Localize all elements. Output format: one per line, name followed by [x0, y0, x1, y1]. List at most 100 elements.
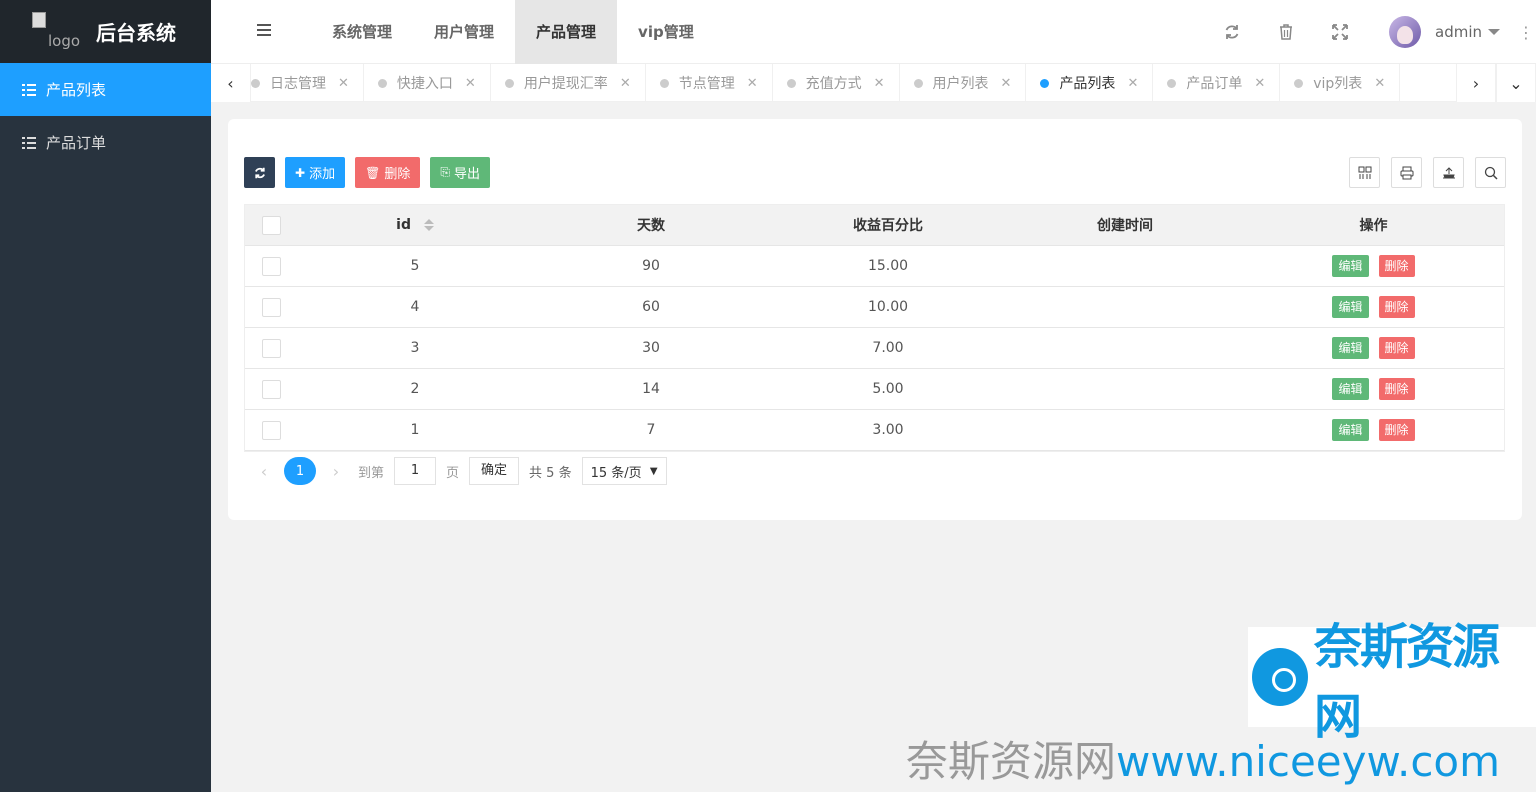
row-delete-button[interactable]: 删除	[1378, 255, 1415, 277]
search-icon[interactable]	[1475, 157, 1506, 188]
column-header-label: id	[396, 217, 411, 233]
close-icon[interactable]: ✕	[338, 76, 349, 91]
tab-log[interactable]: 日志管理 ✕	[251, 64, 364, 102]
list-icon	[22, 136, 36, 149]
tab-label: 充值方式	[805, 76, 862, 92]
close-icon[interactable]: ✕	[465, 76, 476, 91]
goto-page-input[interactable]: 1	[394, 457, 437, 485]
tab-label: 产品列表	[1059, 76, 1116, 92]
goto-confirm-button[interactable]: 确定	[469, 457, 520, 485]
edit-button[interactable]: 编辑	[1332, 337, 1369, 359]
menu-toggle-icon[interactable]	[257, 24, 271, 36]
delete-button-label: 删除	[384, 167, 411, 182]
export-icon[interactable]	[1433, 157, 1464, 188]
row-checkbox[interactable]	[261, 379, 281, 399]
pagination: ‹ 1 › 到第 1 页 确定 共 5 条 15 条/页 ▼	[252, 457, 667, 485]
close-icon[interactable]: ✕	[1254, 76, 1265, 91]
add-button[interactable]: ✚ 添加	[285, 157, 346, 188]
chevron-down-icon[interactable]	[1488, 29, 1500, 35]
total-count: 共 5 条	[529, 465, 572, 481]
list-icon	[22, 83, 36, 96]
tab-recharge[interactable]: 充值方式 ✕	[773, 64, 900, 102]
column-header-id[interactable]: id	[297, 217, 533, 233]
edit-button[interactable]: 编辑	[1332, 419, 1369, 441]
tabs-list: 日志管理 ✕ 快捷入口 ✕ 用户提现汇率 ✕ 节点管理 ✕ 充值方式 ✕ 用户列…	[251, 64, 1456, 102]
tab-product-list[interactable]: 产品列表 ✕	[1026, 64, 1154, 102]
row-checkbox[interactable]	[261, 297, 281, 317]
close-icon[interactable]: ✕	[1001, 76, 1012, 91]
tab-shortcut[interactable]: 快捷入口 ✕	[364, 64, 491, 102]
sidebar-item-product-orders[interactable]: 产品订单	[0, 116, 211, 169]
data-table: id 天数 收益百分比 创建时间 操作 5 90 15.00 编辑 删除 4 6…	[244, 204, 1505, 452]
sidebar-item-product-list[interactable]: 产品列表	[0, 63, 211, 116]
cell-percent: 5.00	[872, 381, 904, 397]
close-icon[interactable]: ✕	[874, 76, 885, 91]
cell-actions: 编辑 删除	[1243, 378, 1504, 400]
tab-vip-list[interactable]: vip列表 ✕	[1280, 64, 1401, 102]
more-vertical-icon[interactable]: ⋮	[1516, 23, 1536, 42]
next-page-icon[interactable]: ›	[324, 462, 348, 481]
nav-users[interactable]: 用户管理	[413, 0, 515, 64]
select-all-checkbox[interactable]	[261, 215, 281, 235]
close-icon[interactable]: ✕	[620, 76, 631, 91]
tab-user-list[interactable]: 用户列表 ✕	[900, 64, 1027, 102]
row-checkbox-cell	[245, 379, 297, 399]
page-size-select[interactable]: 15 条/页 ▼	[581, 457, 667, 485]
cell-id: 3	[410, 340, 420, 356]
table-row: 2 14 5.00 编辑 删除	[245, 369, 1504, 410]
nav-system[interactable]: 系统管理	[311, 0, 413, 64]
user-name[interactable]: admin	[1435, 23, 1482, 41]
avatar[interactable]	[1389, 16, 1421, 48]
logo-image: logo	[30, 11, 90, 52]
cell-days: 14	[642, 381, 660, 397]
prev-page-icon[interactable]: ‹	[252, 462, 276, 481]
sidebar-item-label: 产品列表	[46, 81, 107, 99]
row-delete-button[interactable]: 删除	[1378, 419, 1415, 441]
fullscreen-icon[interactable]	[1313, 0, 1367, 64]
row-delete-button[interactable]: 删除	[1378, 296, 1415, 318]
tabs-scroll-right-icon[interactable]: ›	[1456, 64, 1496, 102]
export-file-icon: ⎘	[440, 165, 450, 179]
logo-alt-text: logo	[48, 31, 81, 50]
edit-button[interactable]: 编辑	[1332, 378, 1369, 400]
row-delete-button[interactable]: 删除	[1378, 337, 1415, 359]
nav-vip[interactable]: vip管理	[617, 0, 715, 64]
tab-product-orders[interactable]: 产品订单 ✕	[1153, 64, 1281, 102]
cell-percent: 10.00	[867, 299, 909, 315]
select-all-cell	[245, 215, 297, 235]
close-icon[interactable]: ✕	[747, 76, 758, 91]
tab-label: 用户提现汇率	[523, 76, 608, 92]
sort-icon[interactable]	[423, 219, 434, 231]
nav-products[interactable]: 产品管理	[515, 0, 618, 64]
top-nav: 系统管理 用户管理 产品管理 vip管理	[311, 0, 715, 64]
export-button[interactable]: ⎘ 导出	[430, 157, 490, 188]
columns-icon[interactable]	[1349, 157, 1380, 188]
logo-area: logo 后台系统	[0, 0, 211, 63]
cell-id: 4	[410, 299, 420, 315]
edit-button[interactable]: 编辑	[1332, 255, 1369, 277]
tab-withdraw-rate[interactable]: 用户提现汇率 ✕	[491, 64, 646, 102]
refresh-icon[interactable]	[1205, 0, 1259, 64]
row-checkbox[interactable]	[261, 420, 281, 440]
delete-button[interactable]: 🗑 删除	[355, 157, 421, 188]
close-icon[interactable]: ✕	[1374, 76, 1385, 91]
close-icon[interactable]: ✕	[1127, 76, 1138, 91]
column-header-percent: 收益百分比	[853, 218, 923, 234]
table-row: 5 90 15.00 编辑 删除	[245, 246, 1504, 287]
tab-nodes[interactable]: 节点管理 ✕	[646, 64, 773, 102]
cell-days: 7	[646, 422, 656, 438]
row-checkbox[interactable]	[261, 256, 281, 276]
page-label: 页	[446, 465, 460, 481]
print-icon[interactable]	[1391, 157, 1422, 188]
content-card: ✚ 添加 🗑 删除 ⎘ 导出 id 天数 收益百分比 创建时间 操作 5 90 …	[228, 119, 1522, 520]
cell-percent: 15.00	[867, 258, 909, 274]
refresh-button[interactable]	[244, 157, 275, 188]
row-checkbox[interactable]	[261, 338, 281, 358]
tab-dot	[377, 78, 387, 88]
edit-button[interactable]: 编辑	[1332, 296, 1369, 318]
page-number-current[interactable]: 1	[284, 457, 316, 485]
row-delete-button[interactable]: 删除	[1378, 378, 1415, 400]
tabs-scroll-left-icon[interactable]: ‹	[211, 64, 251, 102]
trash-icon[interactable]	[1259, 0, 1313, 64]
tabs-menu-chevron-down-icon[interactable]: ⌄	[1496, 64, 1536, 102]
